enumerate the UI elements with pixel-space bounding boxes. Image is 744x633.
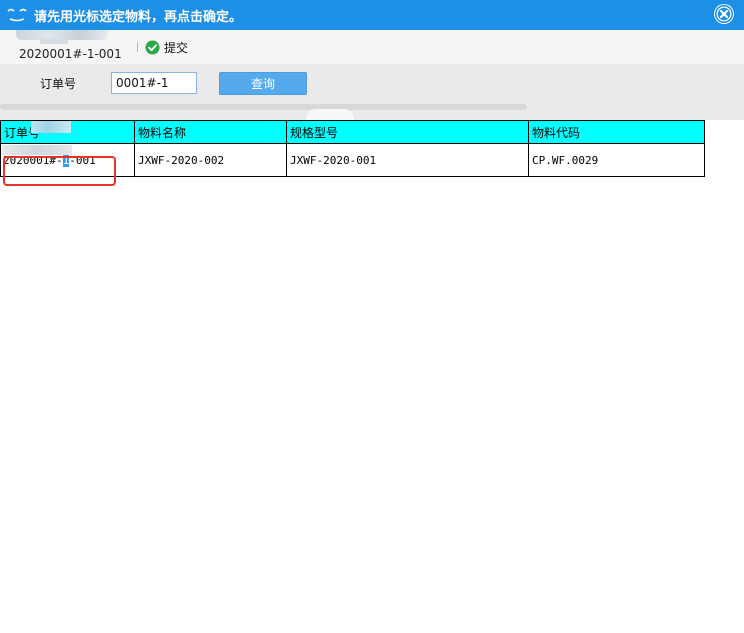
column-header-order[interactable]: 订单号: [0, 120, 135, 144]
close-icon: [715, 5, 733, 23]
table-header-row: 订单号 物料名称 规格型号 物料代码: [0, 120, 705, 144]
user-code: 2020001#-1-001: [19, 47, 122, 61]
cell-spec[interactable]: JXWF-2020-001: [286, 143, 529, 177]
column-header-material-name[interactable]: 物料名称: [134, 120, 287, 144]
submit-label: 提交: [164, 40, 189, 55]
check-circle-icon: [145, 39, 160, 55]
annotation-highlight-box: [3, 156, 116, 186]
toolbar: 2020001#-1-001 提交: [0, 30, 744, 64]
user-name-blurred: [40, 39, 68, 44]
cell-material-name[interactable]: JXWF-2020-002: [134, 143, 287, 177]
query-button[interactable]: 查询: [219, 72, 307, 95]
blurred-header-area: [31, 121, 71, 133]
blurred-row-area: [2, 145, 72, 155]
search-panel: 订单号 查询: [0, 64, 744, 120]
order-number-input[interactable]: [111, 72, 197, 94]
column-header-material-code[interactable]: 物料代码: [528, 120, 705, 144]
column-header-spec[interactable]: 规格型号: [286, 120, 529, 144]
order-number-label: 订单号: [40, 77, 77, 91]
dialog-title: 请先用光标选定物料，再点击确定。: [34, 10, 243, 25]
scroll-handle-tab: [306, 109, 354, 120]
app-icon: [7, 8, 27, 22]
horizontal-scrollbar[interactable]: [0, 104, 527, 110]
submit-button[interactable]: 提交: [145, 38, 188, 56]
title-bar: 请先用光标选定物料，再点击确定。: [0, 0, 744, 30]
close-button[interactable]: [714, 4, 734, 24]
cell-material-code[interactable]: CP.WF.0029: [528, 143, 705, 177]
toolbar-divider: [137, 42, 138, 52]
